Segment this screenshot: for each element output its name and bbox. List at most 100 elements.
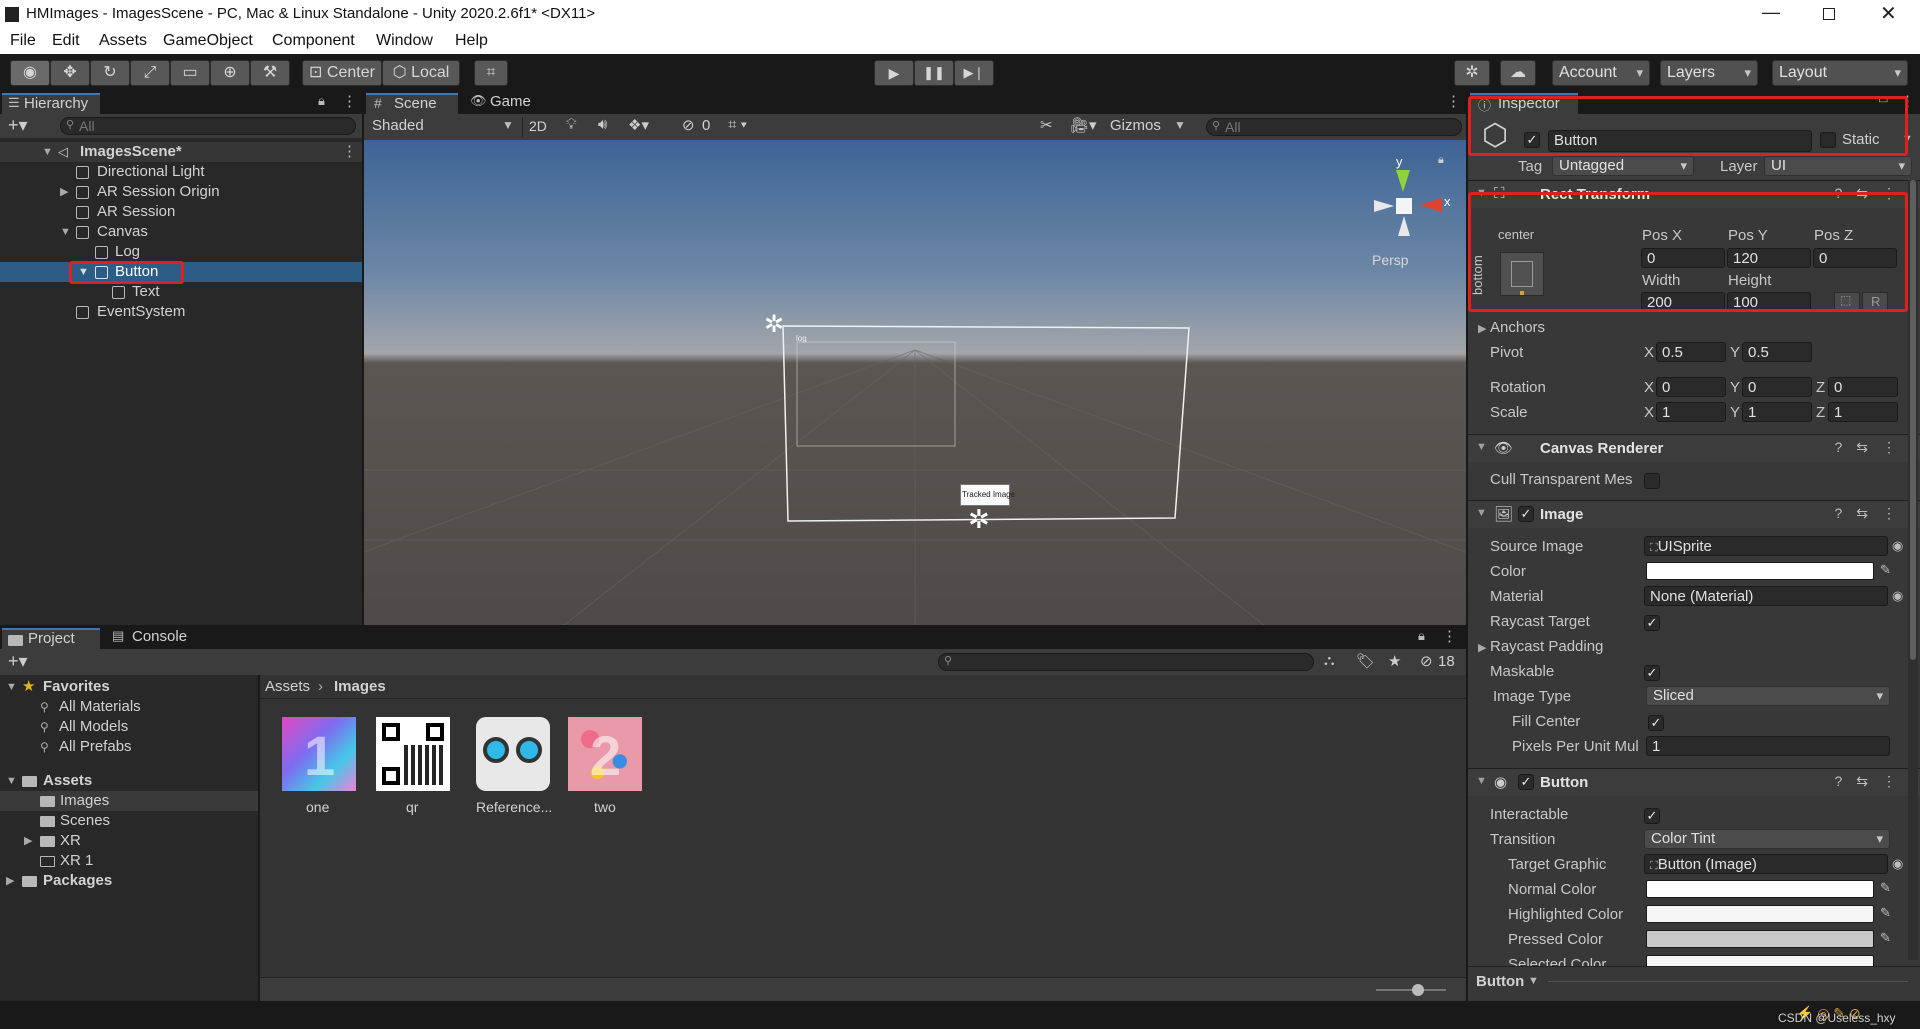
chevron-down-icon[interactable]: ▼ — [1528, 975, 1539, 987]
fill-center-checkbox[interactable]: ✓ — [1648, 715, 1664, 731]
highlighted-color-swatch[interactable] — [1646, 905, 1874, 923]
hierarchy-item-log[interactable]: Log — [0, 242, 362, 262]
gizmos-dropdown[interactable]: Gizmos ▼ — [1108, 117, 1188, 137]
raycast-target-checkbox[interactable]: ✓ — [1644, 615, 1660, 631]
asset-thumb-qr[interactable]: qr — [372, 717, 456, 817]
restore-icon[interactable] — [1823, 8, 1835, 20]
step-button[interactable]: ▶❘ — [954, 60, 994, 86]
filter-label-icon[interactable]: 🏷︎ — [1356, 652, 1375, 670]
cull-checkbox[interactable] — [1644, 473, 1660, 489]
scene-orientation-gizmo[interactable]: y x — [1364, 154, 1454, 240]
effects-toggle-icon[interactable]: ❖▾ — [628, 116, 649, 134]
posy-field[interactable]: 120 — [1727, 248, 1811, 268]
breadcrumb-assets[interactable]: Assets — [265, 678, 310, 695]
button-enabled-checkbox[interactable]: ✓ — [1518, 774, 1534, 790]
breadcrumb-images[interactable]: Images — [334, 678, 386, 695]
anchor-presets-button[interactable] — [1500, 252, 1544, 296]
raycast-padding-label[interactable]: Raycast Padding — [1490, 638, 1603, 655]
visibility-icon[interactable]: ⊘ — [682, 116, 695, 134]
scale-tool-button[interactable]: ⤢ — [130, 60, 170, 86]
zoom-slider-track[interactable] — [1376, 989, 1446, 991]
audio-toggle-icon[interactable]: 🔊︎ — [598, 116, 607, 133]
persp-label[interactable]: Persp — [1372, 252, 1409, 268]
asset-thumb-one[interactable]: 1 one — [278, 717, 362, 817]
object-picker-icon[interactable]: ◉ — [1892, 538, 1903, 554]
create-plus-icon[interactable]: +▾ — [8, 651, 28, 672]
hierarchy-item-ar-session-origin[interactable]: ▶ AR Session Origin — [0, 182, 362, 202]
view-tool-button[interactable]: ◉ — [10, 60, 50, 86]
inspector-scrollbar[interactable] — [1908, 180, 1918, 960]
expand-arrow-icon[interactable]: ▶ — [60, 182, 68, 202]
neg-y-cone[interactable] — [1398, 216, 1410, 236]
pivot-local-button[interactable]: ⬡ Local — [382, 60, 460, 86]
tools-icon[interactable]: ✂ — [1040, 116, 1053, 134]
tab-project[interactable]: Project — [2, 628, 100, 649]
component-actions-icon[interactable]: ?⇆⋮ — [1834, 505, 1910, 522]
button-header[interactable]: ▼ ◉ ✓ Button ?⇆⋮ — [1468, 768, 1920, 796]
favorites-row[interactable]: ▼ ★ Favorites — [0, 677, 258, 697]
expand-arrow-icon[interactable]: ▶ — [6, 871, 14, 891]
lighting-toggle-icon[interactable]: 💡︎ — [566, 116, 577, 133]
2d-toggle[interactable]: 2D — [522, 117, 552, 137]
assets-row[interactable]: ▼ Assets — [0, 771, 258, 791]
pivot-y-field[interactable]: 0.5 — [1742, 342, 1812, 362]
panel-menu-icon[interactable]: ⋮ — [1900, 92, 1915, 110]
hierarchy-item-eventsystem[interactable]: EventSystem — [0, 302, 362, 322]
pivot-center-button[interactable]: ⊡ Center — [302, 60, 382, 86]
tab-game[interactable]: 👁︎ Game — [462, 93, 542, 114]
component-actions-icon[interactable]: ?⇆⋮ — [1834, 439, 1910, 456]
blueprint-mode-button[interactable]: ⬚ — [1834, 292, 1860, 312]
folder-images[interactable]: Images — [0, 791, 258, 811]
tab-hierarchy[interactable]: ☰ Hierarchy — [2, 93, 100, 114]
menu-assets[interactable]: Assets — [99, 32, 147, 50]
tab-inspector[interactable]: ⓘ Inspector — [1470, 93, 1578, 114]
camera-icon[interactable]: 🎥︎▾ — [1070, 116, 1097, 134]
chevron-down-icon[interactable]: ▼ — [1902, 133, 1913, 145]
asset-thumb-reference[interactable]: Reference... — [466, 717, 562, 817]
fav-item-all-materials[interactable]: ⚲ All Materials — [0, 697, 258, 717]
width-field[interactable]: 200 — [1641, 292, 1725, 312]
scrollbar-thumb[interactable] — [1910, 180, 1916, 660]
hierarchy-item-ar-session[interactable]: AR Session — [0, 202, 362, 222]
project-search-input[interactable]: ⚲ — [938, 653, 1314, 671]
hierarchy-item-text[interactable]: Text — [0, 282, 362, 302]
posz-field[interactable]: 0 — [1813, 248, 1897, 268]
object-picker-icon[interactable]: ◉ — [1892, 856, 1903, 872]
active-checkbox[interactable]: ✓ — [1524, 132, 1540, 148]
expand-arrow-icon[interactable]: ▶ — [1478, 322, 1486, 335]
scene-search-input[interactable]: ⚲ All — [1206, 118, 1462, 136]
target-graphic-field[interactable]: ⛶Button (Image) — [1644, 854, 1888, 874]
zoom-slider-thumb[interactable] — [1412, 984, 1424, 996]
rect-transform-header[interactable]: ▼ ⛶ Rect Transform ?⇆⋮ — [1468, 180, 1920, 208]
pressed-color-swatch[interactable] — [1646, 930, 1874, 948]
rot-y-field[interactable]: 0 — [1742, 377, 1812, 397]
menu-file[interactable]: File — [10, 32, 36, 50]
scene-row[interactable]: ▼ ◁ ImagesScene* ⋮ — [0, 142, 362, 162]
image-type-dropdown[interactable]: Sliced — [1646, 686, 1890, 706]
scene-menu-icon[interactable]: ⋮ — [342, 142, 357, 162]
fav-item-all-prefabs[interactable]: ⚲ All Prefabs — [0, 737, 258, 757]
play-button[interactable]: ▶ — [874, 60, 914, 86]
scale-x-field[interactable]: 1 — [1656, 402, 1726, 422]
folder-scenes[interactable]: Scenes — [0, 811, 258, 831]
folder-xr-1[interactable]: XR 1 — [0, 851, 258, 871]
hierarchy-search-input[interactable]: ⚲ All — [60, 117, 356, 135]
panel-menu-icon[interactable]: ⋮ — [342, 92, 357, 110]
eyedropper-icon[interactable]: ✎ — [1880, 880, 1891, 896]
layout-dropdown[interactable]: Layout — [1772, 60, 1908, 86]
shading-dropdown[interactable]: Shaded ▼ — [368, 117, 518, 137]
fav-item-all-models[interactable]: ⚲ All Models — [0, 717, 258, 737]
close-icon[interactable]: ✕ — [1880, 1, 1897, 26]
center-cube[interactable] — [1396, 198, 1412, 214]
services-icon[interactable]: ✲ — [1454, 60, 1490, 86]
account-dropdown[interactable]: Account — [1552, 60, 1650, 86]
object-name-field[interactable]: Button — [1548, 130, 1812, 152]
color-swatch[interactable] — [1646, 562, 1874, 580]
favorite-star-icon[interactable]: ★ — [1388, 652, 1401, 670]
lock-icon[interactable]: 🔒︎ — [1418, 628, 1425, 644]
rot-z-field[interactable]: 0 — [1828, 377, 1898, 397]
layer-dropdown[interactable]: UI — [1764, 156, 1912, 176]
transform-tool-button[interactable]: ⊕ — [210, 60, 250, 86]
lock-icon[interactable]: 🔒︎ — [318, 93, 325, 109]
object-picker-icon[interactable]: ◉ — [1892, 588, 1903, 604]
